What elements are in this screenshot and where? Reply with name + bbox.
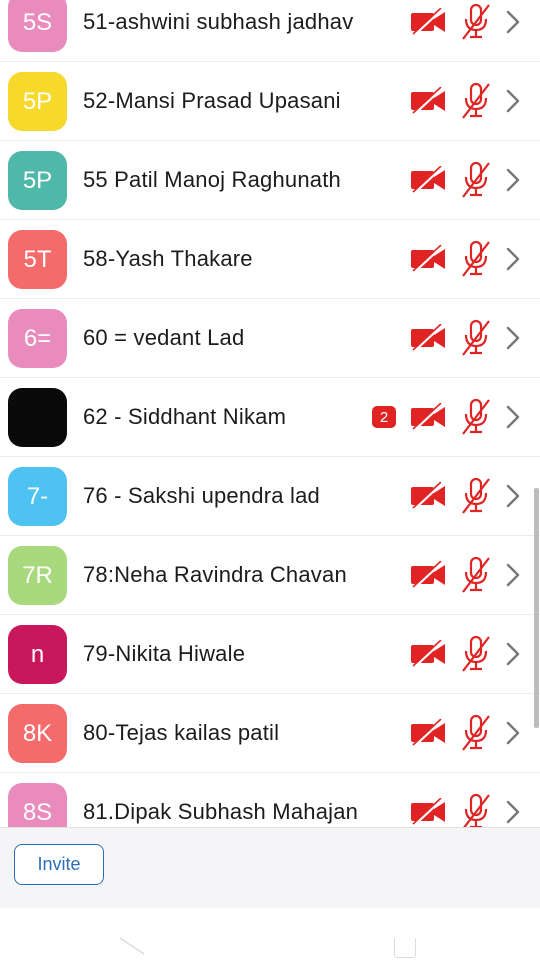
avatar: 5P	[8, 151, 67, 210]
avatar: 5T	[8, 230, 67, 289]
participant-row[interactable]: n 79-Nikita Hiwale	[0, 615, 540, 694]
participant-row[interactable]: 8S 81.Dipak Subhash Mahajan	[0, 773, 540, 828]
mic-off-icon[interactable]	[460, 793, 492, 828]
chevron-right-icon[interactable]	[504, 561, 522, 589]
participant-name: 51-ashwini subhash jadhav	[83, 9, 354, 34]
video-off-icon[interactable]	[410, 560, 446, 590]
video-off-icon[interactable]	[410, 165, 446, 195]
chevron-right-icon[interactable]	[504, 8, 522, 36]
participant-row[interactable]: 5P 55 Patil Manoj Raghunath	[0, 141, 540, 220]
video-off-icon[interactable]	[410, 639, 446, 669]
participant-name: 78:Neha Ravindra Chavan	[83, 562, 347, 587]
chevron-right-icon[interactable]	[504, 166, 522, 194]
mic-off-icon[interactable]	[460, 3, 492, 41]
participant-name: 58-Yash Thakare	[83, 246, 253, 271]
participant-row[interactable]: 6= 60 = vedant Lad	[0, 299, 540, 378]
avatar: 7R	[8, 546, 67, 605]
video-off-icon[interactable]	[410, 481, 446, 511]
mic-off-icon[interactable]	[460, 714, 492, 752]
chevron-right-icon[interactable]	[504, 719, 522, 747]
system-nav-bar	[0, 908, 540, 974]
chevron-right-icon[interactable]	[504, 245, 522, 273]
avatar: 5P	[8, 72, 67, 131]
invite-button[interactable]: Invite	[14, 844, 104, 885]
participant-row[interactable]: 8K 80-Tejas kailas patil	[0, 694, 540, 773]
video-off-icon[interactable]	[410, 797, 446, 827]
avatar: n	[8, 625, 67, 684]
footer-bar: Invite	[0, 827, 540, 908]
participant-row[interactable]: 5S 51-ashwini subhash jadhav	[0, 0, 540, 62]
participant-row[interactable]: 7R 78:Neha Ravindra Chavan	[0, 536, 540, 615]
video-off-icon[interactable]	[410, 244, 446, 274]
avatar: 8K	[8, 704, 67, 763]
home-nav-icon[interactable]	[394, 938, 416, 958]
scrollbar[interactable]	[534, 488, 539, 728]
mic-off-icon[interactable]	[460, 82, 492, 120]
avatar: 6=	[8, 309, 67, 368]
avatar	[8, 388, 67, 447]
chevron-right-icon[interactable]	[504, 798, 522, 826]
participant-name: 55 Patil Manoj Raghunath	[83, 167, 341, 192]
video-off-icon[interactable]	[410, 7, 446, 37]
video-off-icon[interactable]	[410, 323, 446, 353]
participant-name: 76 - Sakshi upendra lad	[83, 483, 320, 508]
participant-name: 60 = vedant Lad	[83, 325, 245, 350]
participant-name: 62 - Siddhant Nikam	[83, 404, 287, 429]
mic-off-icon[interactable]	[460, 556, 492, 594]
video-off-icon[interactable]	[410, 718, 446, 748]
participant-row[interactable]: 7- 76 - Sakshi upendra lad	[0, 457, 540, 536]
participant-name: 52-Mansi Prasad Upasani	[83, 88, 341, 113]
mic-off-icon[interactable]	[460, 240, 492, 278]
mic-off-icon[interactable]	[460, 635, 492, 673]
chevron-right-icon[interactable]	[504, 640, 522, 668]
avatar: 8S	[8, 783, 67, 828]
participant-name: 81.Dipak Subhash Mahajan	[83, 799, 359, 824]
chevron-right-icon[interactable]	[504, 87, 522, 115]
participant-name: 80-Tejas kailas patil	[83, 720, 280, 745]
avatar: 5S	[8, 0, 67, 52]
chevron-right-icon[interactable]	[504, 324, 522, 352]
back-nav-icon[interactable]	[118, 936, 146, 956]
video-off-icon[interactable]	[410, 86, 446, 116]
participants-list[interactable]: 5S 51-ashwini subhash jadhav 5P 52-Mansi P…	[0, 0, 540, 828]
mic-off-icon[interactable]	[460, 319, 492, 357]
participant-row[interactable]: 5T 58-Yash Thakare	[0, 220, 540, 299]
participant-row[interactable]: 5P 52-Mansi Prasad Upasani	[0, 62, 540, 141]
mic-off-icon[interactable]	[460, 477, 492, 515]
participant-name: 79-Nikita Hiwale	[83, 641, 246, 666]
unread-badge: 2	[372, 406, 396, 428]
avatar: 7-	[8, 467, 67, 526]
chevron-right-icon[interactable]	[504, 482, 522, 510]
mic-off-icon[interactable]	[460, 161, 492, 199]
mic-off-icon[interactable]	[460, 398, 492, 436]
video-off-icon[interactable]	[410, 402, 446, 432]
participant-row[interactable]: 62 - Siddhant Nikam 2	[0, 378, 540, 457]
chevron-right-icon[interactable]	[504, 403, 522, 431]
